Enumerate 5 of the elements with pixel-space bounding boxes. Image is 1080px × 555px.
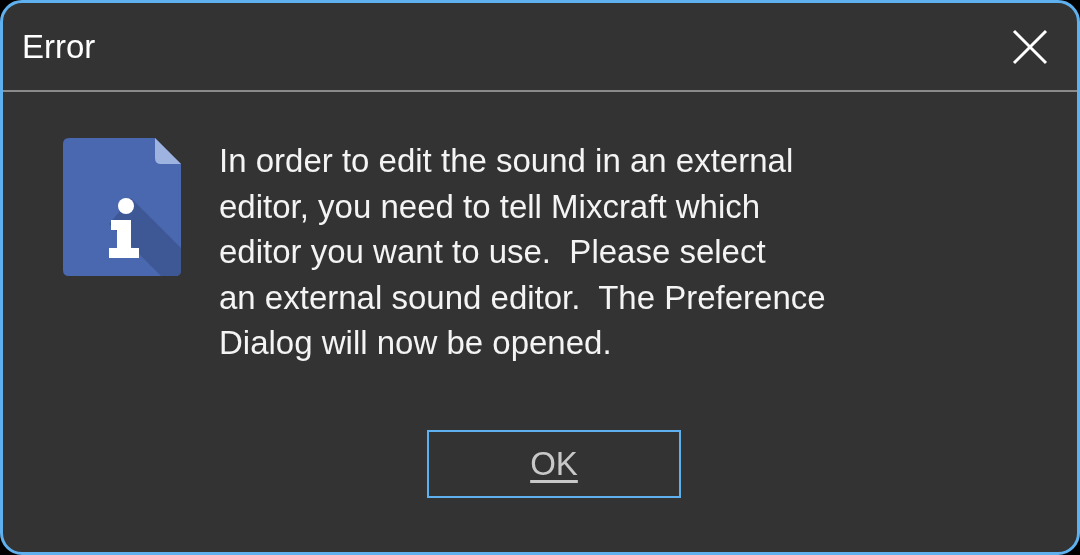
close-button[interactable] — [1011, 27, 1049, 66]
error-message: In order to edit the sound in an external editor, you need to tell Mixcraft which editor you want to use. Please select an external sound editor. The Preference Dialog will now be opened. — [219, 141, 826, 363]
ok-button[interactable]: OK — [427, 429, 681, 498]
info-document-icon — [61, 138, 183, 278]
window-title: Error — [22, 26, 96, 67]
